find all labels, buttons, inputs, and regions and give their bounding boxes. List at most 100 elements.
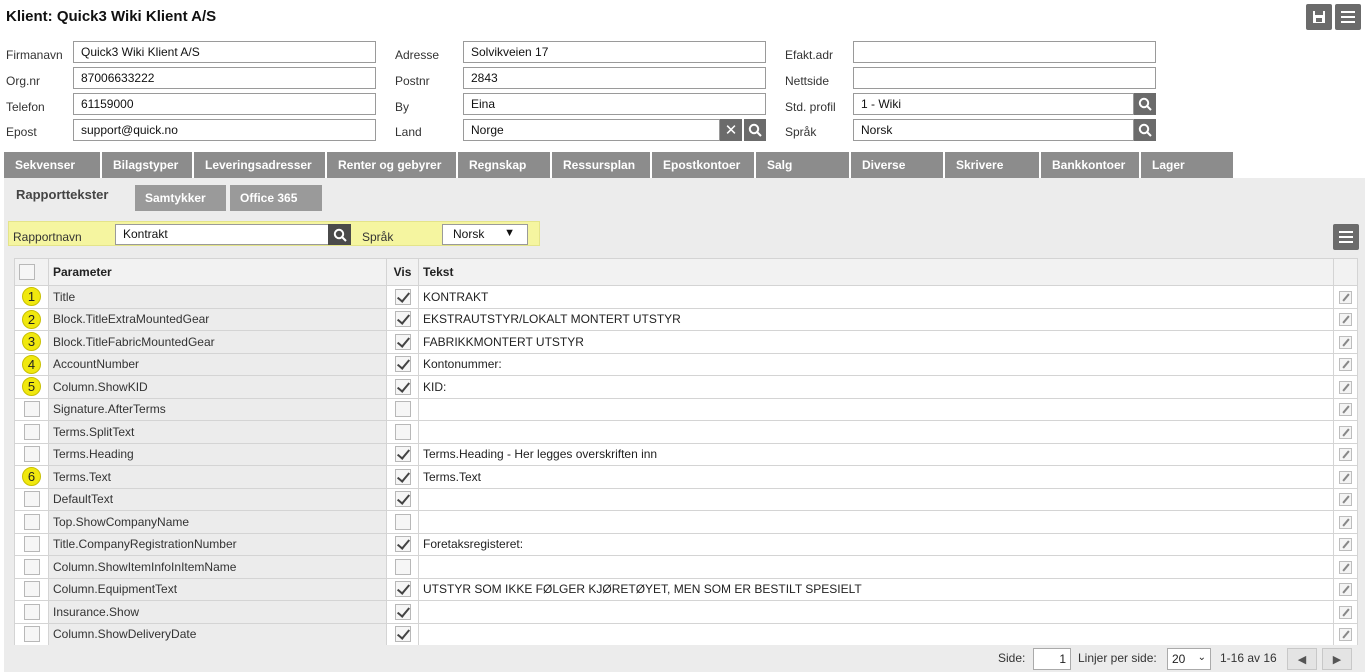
- tekst-cell[interactable]: Foretaksregisteret:: [418, 532, 1334, 556]
- row-select-checkbox[interactable]: [23, 491, 40, 508]
- vis-checkbox[interactable]: [394, 626, 411, 643]
- pencil-icon[interactable]: [1339, 628, 1352, 642]
- tekst-cell[interactable]: Terms.Heading - Her legges overskriften …: [418, 442, 1334, 466]
- vis-checkbox[interactable]: [394, 558, 411, 575]
- table-row[interactable]: Column.EquipmentText UTSTYR SOM IKKE FØLG…: [14, 577, 1358, 601]
- vis-checkbox[interactable]: [394, 333, 411, 350]
- tekst-cell[interactable]: [418, 510, 1334, 534]
- table-row[interactable]: 2 Block.TitleExtraMountedGear EKSTRAUTSTYR…: [14, 307, 1358, 331]
- rows-per-page-select[interactable]: 20 ⌄: [1167, 648, 1211, 670]
- tab-regnskap[interactable]: Regnskap: [458, 152, 552, 178]
- rapportnavn-search-button[interactable]: [328, 224, 351, 245]
- table-row[interactable]: Column.ShowItemInfoInItemName: [14, 555, 1358, 579]
- firmanavn-field[interactable]: Quick3 Wiki Klient A/S: [73, 41, 376, 63]
- tab-samtykker[interactable]: Samtykker: [135, 185, 226, 211]
- table-row[interactable]: 5 Column.ShowKID KID:: [14, 375, 1358, 399]
- pencil-icon[interactable]: [1339, 583, 1352, 597]
- pencil-icon[interactable]: [1339, 493, 1352, 507]
- profil-search-button[interactable]: [1134, 93, 1156, 115]
- next-page-button[interactable]: ▶: [1322, 648, 1352, 670]
- grid-menu-button[interactable]: [1333, 224, 1359, 250]
- tekst-cell[interactable]: Kontonummer:: [418, 352, 1334, 376]
- table-row[interactable]: Insurance.Show: [14, 600, 1358, 624]
- table-row[interactable]: 3 Block.TitleFabricMountedGear FABRIKKMONT…: [14, 330, 1358, 354]
- adresse-field[interactable]: Solvikveien 17: [463, 41, 766, 63]
- pencil-icon[interactable]: [1339, 290, 1352, 304]
- telefon-field[interactable]: 61159000: [73, 93, 376, 115]
- table-row[interactable]: 4 AccountNumber Kontonummer:: [14, 352, 1358, 376]
- epost-field[interactable]: support@quick.no: [73, 119, 376, 141]
- tab-rapporttekster[interactable]: Rapporttekster: [6, 178, 132, 212]
- page-number-input[interactable]: 1: [1033, 648, 1071, 670]
- tab-epostkontoer[interactable]: Epostkontoer: [652, 152, 756, 178]
- vis-checkbox[interactable]: [394, 468, 411, 485]
- tab-skrivere[interactable]: Skrivere: [945, 152, 1041, 178]
- tab-bankkontoer[interactable]: Bankkontoer: [1041, 152, 1141, 178]
- filter-sprak-select[interactable]: Norsk ▼: [442, 224, 528, 245]
- vis-checkbox[interactable]: [394, 423, 411, 440]
- pencil-icon[interactable]: [1339, 425, 1352, 439]
- tekst-cell[interactable]: KID:: [418, 375, 1334, 399]
- tekst-cell[interactable]: [418, 600, 1334, 624]
- land-search-button[interactable]: [744, 119, 766, 141]
- row-select-checkbox[interactable]: [23, 558, 40, 575]
- select-all-checkbox[interactable]: [19, 264, 35, 280]
- tekst-cell[interactable]: KONTRAKT: [418, 285, 1334, 309]
- orgnr-field[interactable]: 87006633222: [73, 67, 376, 89]
- row-select-checkbox[interactable]: [23, 513, 40, 530]
- tab-lager[interactable]: Lager: [1141, 152, 1235, 178]
- pencil-icon[interactable]: [1339, 313, 1352, 327]
- row-select-checkbox[interactable]: [23, 581, 40, 598]
- vis-checkbox[interactable]: [394, 536, 411, 553]
- tab-salg[interactable]: Salg: [756, 152, 851, 178]
- tab-renter-og-gebyrer[interactable]: Renter og gebyrer: [327, 152, 458, 178]
- vis-checkbox[interactable]: [394, 356, 411, 373]
- tekst-cell[interactable]: Terms.Text: [418, 465, 1334, 489]
- tab-sekvenser[interactable]: Sekvenser: [4, 152, 102, 178]
- table-row[interactable]: 6 Terms.Text Terms.Text: [14, 465, 1358, 489]
- vis-checkbox[interactable]: [394, 491, 411, 508]
- tekst-cell[interactable]: [418, 420, 1334, 444]
- tekst-cell[interactable]: [418, 622, 1334, 646]
- table-row[interactable]: Terms.Heading Terms.Heading - Her legges …: [14, 442, 1358, 466]
- table-row[interactable]: Signature.AfterTerms: [14, 397, 1358, 421]
- row-select-checkbox[interactable]: [23, 536, 40, 553]
- by-field[interactable]: Eina: [463, 93, 766, 115]
- table-row[interactable]: Top.ShowCompanyName: [14, 510, 1358, 534]
- tab-ressursplan[interactable]: Ressursplan: [552, 152, 652, 178]
- tab-diverse[interactable]: Diverse: [851, 152, 945, 178]
- table-row[interactable]: Title.CompanyRegistrationNumber Foretaksr…: [14, 532, 1358, 556]
- land-clear-button[interactable]: ✕: [720, 119, 742, 141]
- tab-office-365[interactable]: Office 365: [230, 185, 322, 211]
- vis-checkbox[interactable]: [394, 401, 411, 418]
- column-header-parameter[interactable]: Parameter: [48, 258, 387, 286]
- tekst-cell[interactable]: UTSTYR SOM IKKE FØLGER KJØRETØYET, MEN S…: [418, 577, 1334, 601]
- row-select-checkbox[interactable]: [23, 603, 40, 620]
- pencil-icon[interactable]: [1339, 403, 1352, 417]
- table-row[interactable]: Column.ShowDeliveryDate: [14, 622, 1358, 646]
- menu-button[interactable]: [1335, 4, 1361, 30]
- vis-checkbox[interactable]: [394, 446, 411, 463]
- vis-checkbox[interactable]: [394, 603, 411, 620]
- tab-bilagstyper[interactable]: Bilagstyper: [102, 152, 194, 178]
- tekst-cell[interactable]: EKSTRAUTSTYR/LOKALT MONTERT UTSTYR: [418, 307, 1334, 331]
- pencil-icon[interactable]: [1339, 448, 1352, 462]
- tab-leveringsadresser[interactable]: Leveringsadresser: [194, 152, 327, 178]
- pencil-icon[interactable]: [1339, 605, 1352, 619]
- vis-checkbox[interactable]: [394, 311, 411, 328]
- previous-page-button[interactable]: ◀: [1287, 648, 1317, 670]
- tekst-cell[interactable]: [418, 555, 1334, 579]
- pencil-icon[interactable]: [1339, 470, 1352, 484]
- tekst-cell[interactable]: FABRIKKMONTERT UTSTYR: [418, 330, 1334, 354]
- vis-checkbox[interactable]: [394, 378, 411, 395]
- pencil-icon[interactable]: [1339, 380, 1352, 394]
- table-row[interactable]: DefaultText: [14, 487, 1358, 511]
- table-row[interactable]: 1 Title KONTRAKT: [14, 285, 1358, 309]
- postnr-field[interactable]: 2843: [463, 67, 766, 89]
- profil-field[interactable]: 1 - Wiki: [853, 93, 1134, 115]
- sprak-field[interactable]: Norsk: [853, 119, 1134, 141]
- row-select-checkbox[interactable]: [23, 423, 40, 440]
- pencil-icon[interactable]: [1339, 358, 1352, 372]
- tekst-cell[interactable]: [418, 487, 1334, 511]
- pencil-icon[interactable]: [1339, 538, 1352, 552]
